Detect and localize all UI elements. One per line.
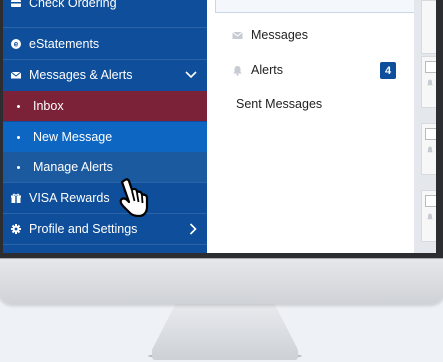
sent-messages-label: Sent Messages (236, 97, 323, 111)
message-checkbox[interactable] (425, 195, 436, 207)
monitor-chin-divider (0, 258, 443, 259)
message-card[interactable] (421, 0, 436, 54)
sidebar-item-inbox[interactable]: Inbox (3, 91, 207, 121)
hand-pointer-cursor-icon (119, 178, 149, 217)
alerts-count-badge: 4 (380, 62, 396, 79)
bell-icon (427, 79, 433, 86)
bullet-icon (17, 165, 20, 169)
gear-icon (11, 224, 21, 234)
alerts-link[interactable]: Alerts (232, 63, 283, 77)
card-icon (11, 0, 21, 7)
sidebar-item-check-ordering[interactable]: Check Ordering (3, 0, 207, 18)
messages-panel: Messages Alerts 4 Sent Messages (207, 0, 417, 253)
sidebar-item-profile-settings[interactable]: Profile and Settings (3, 214, 207, 244)
sidebar-item-label: eStatements (29, 37, 100, 51)
sidebar-item-label: Messages & Alerts (29, 68, 133, 82)
sidebar-item-visa-rewards[interactable]: VISA Rewards (3, 183, 207, 213)
bullet-icon (17, 135, 20, 139)
monitor-chin (0, 258, 443, 304)
sidebar-item-estatements[interactable]: e eStatements (3, 29, 207, 59)
gift-icon (11, 193, 21, 203)
chevron-down-icon (185, 71, 197, 79)
panel-header (215, 0, 417, 13)
chevron-right-icon (189, 223, 197, 235)
sidebar-nav: Check Ordering e eStatements Messages & … (3, 0, 207, 253)
alerts-label: Alerts (251, 63, 283, 77)
message-checkbox[interactable] (425, 128, 436, 140)
svg-text:e: e (14, 40, 19, 49)
sent-messages-link[interactable]: Sent Messages (236, 97, 322, 111)
sidebar-item-label: VISA Rewards (29, 191, 110, 205)
sidebar-item-label: Check Ordering (29, 0, 117, 10)
envelope-icon (232, 31, 243, 39)
message-card[interactable] (421, 190, 436, 242)
e-circle-icon: e (11, 39, 21, 49)
sidebar-item-label: Manage Alerts (33, 160, 113, 174)
sidebar-item-label: New Message (33, 130, 113, 144)
monitor-screen: Check Ordering e eStatements Messages & … (3, 0, 436, 253)
sidebar-item-messages-alerts[interactable]: Messages & Alerts (3, 60, 207, 90)
bell-icon (233, 65, 242, 76)
messages-link[interactable]: Messages (232, 28, 308, 42)
bell-icon (427, 146, 433, 153)
sidebar-item-manage-alerts[interactable]: Manage Alerts (3, 152, 207, 182)
message-card[interactable] (421, 123, 436, 175)
messages-label: Messages (251, 28, 308, 42)
divider (3, 27, 207, 28)
envelope-icon (11, 71, 21, 79)
divider (3, 244, 207, 245)
message-checkbox[interactable] (425, 61, 436, 73)
sidebar-item-label: Profile and Settings (29, 222, 138, 236)
message-list-panel (414, 0, 436, 253)
sidebar-item-new-message[interactable]: New Message (3, 122, 207, 152)
message-card[interactable] (421, 56, 436, 108)
sidebar-item-label: Inbox (33, 99, 64, 113)
monitor-stand (152, 304, 298, 360)
bullet-icon (17, 104, 20, 108)
bell-icon (427, 213, 433, 220)
